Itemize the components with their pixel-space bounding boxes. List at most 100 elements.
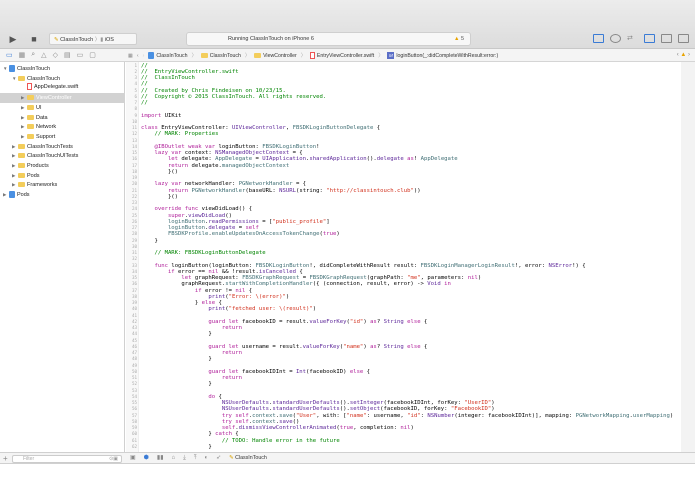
code-token: EntryViewController: bbox=[157, 125, 232, 131]
code-token: ) bbox=[336, 231, 340, 238]
navigator-item[interactable]: ▶ Network bbox=[0, 122, 125, 132]
debug-target[interactable]: ✎ ClassInTouch bbox=[229, 453, 267, 464]
code-token: delegate bbox=[208, 225, 236, 231]
navigator-item[interactable]: ▶ Products bbox=[0, 161, 125, 171]
navigator-item[interactable]: ▶ Pods bbox=[0, 171, 125, 181]
navigator-item[interactable]: ▶ Data bbox=[0, 113, 125, 123]
code-token: managedObjectContext bbox=[221, 162, 290, 169]
code-token: = [ bbox=[258, 218, 273, 225]
navigator-item[interactable]: ▶ Frameworks bbox=[0, 180, 125, 190]
breakpoint-navigator-icon[interactable]: ▭ bbox=[77, 51, 84, 59]
navigator-item[interactable]: ▶ Support bbox=[0, 132, 125, 142]
code-token: Int bbox=[295, 368, 307, 375]
scheme-selector[interactable]: ✎ ClassInTouch 〉▮ iOS Device bbox=[49, 33, 137, 55]
code-token: if bbox=[141, 268, 175, 275]
code-token: as bbox=[370, 318, 377, 325]
code-token: () bbox=[225, 212, 232, 219]
code-token: enableUpdatesOnAccessTokenChange bbox=[211, 231, 320, 238]
find-navigator-icon[interactable]: ⌕ bbox=[31, 51, 35, 59]
toggle-navigator-icon[interactable] bbox=[644, 34, 655, 43]
code-token: "name" bbox=[346, 412, 367, 419]
code-token: { bbox=[373, 125, 381, 131]
navigator-item[interactable]: ▶ Pods bbox=[0, 190, 125, 200]
code-token: , with: [ bbox=[316, 412, 347, 419]
step-into-icon[interactable]: ⤓ bbox=[183, 453, 186, 464]
code-token: PGNetworkHandler bbox=[191, 187, 246, 194]
navigator-item[interactable]: ▶ ViewController bbox=[0, 93, 125, 103]
code-token: context: bbox=[181, 150, 216, 156]
standard-editor-icon[interactable] bbox=[593, 34, 604, 43]
warning-badge[interactable]: ▲ 5 bbox=[454, 33, 464, 46]
code-token: = bbox=[235, 225, 246, 231]
code-token: nil bbox=[235, 287, 246, 294]
code-token: dismissViewControllerAnimated bbox=[238, 425, 337, 431]
folder-icon bbox=[27, 104, 34, 110]
navigator-item[interactable]: AppDelegate.swift bbox=[0, 83, 125, 93]
issue-stepper[interactable]: ‹ ▲ › bbox=[677, 49, 690, 62]
warning-icon: ▲ bbox=[453, 36, 460, 42]
assistant-editor-icon[interactable] bbox=[610, 34, 621, 43]
simulate-location-icon[interactable]: ➶ bbox=[216, 453, 221, 464]
navigator-item-label: Support bbox=[36, 133, 56, 140]
step-over-icon[interactable]: ⌂ bbox=[172, 453, 176, 464]
crumb-project[interactable]: ClassInTouch bbox=[148, 52, 188, 59]
navigator-item-label: Products bbox=[27, 163, 49, 169]
navigator-item[interactable]: ▶ UI bbox=[0, 103, 125, 113]
crumb-folder[interactable]: ViewController bbox=[254, 53, 297, 59]
report-navigator-icon[interactable]: ▢ bbox=[89, 51, 96, 59]
navigator-item[interactable]: ▼ ClassInTouch bbox=[0, 64, 125, 74]
view-debugger-icon[interactable]: ◐ bbox=[204, 453, 208, 464]
code-token: NSNumber bbox=[427, 412, 455, 419]
code-token: let bbox=[141, 156, 179, 163]
symbol-navigator-icon[interactable]: ▦ bbox=[19, 51, 26, 59]
run-button[interactable]: ▶ bbox=[6, 33, 20, 45]
version-editor-icon[interactable]: ⇄ bbox=[627, 34, 638, 43]
warning-count: 5 bbox=[460, 36, 464, 42]
stop-button[interactable]: ■ bbox=[27, 33, 41, 45]
source-editor[interactable]: 1//2// EntryViewController.swift 3// Clas… bbox=[126, 62, 695, 452]
code-token: // TODO: Handle error in the future bbox=[141, 437, 340, 444]
test-navigator-icon[interactable]: ◇ bbox=[53, 51, 58, 59]
code-token: { bbox=[215, 300, 222, 306]
navigator-item[interactable]: ▶ ClassInTouchTests bbox=[0, 142, 125, 152]
crumb-group[interactable]: ClassInTouch bbox=[200, 53, 241, 59]
code-token: username = result. bbox=[238, 343, 303, 350]
issue-navigator-icon[interactable]: △ bbox=[41, 51, 46, 59]
navigator-item[interactable]: ▼ ClassInTouch bbox=[0, 74, 125, 84]
code-token: (). bbox=[339, 406, 350, 413]
navigator-item[interactable]: ▶ ClassInTouchUITests bbox=[0, 151, 125, 161]
code-token: sharedApplication bbox=[309, 156, 367, 163]
code-token: import bbox=[141, 112, 162, 119]
code-token: // bbox=[141, 81, 148, 88]
navigator-filter-input[interactable]: Filter ⊙▣ bbox=[12, 454, 122, 463]
recent-files-icon[interactable]: ⊙▣ bbox=[109, 456, 118, 463]
code-token: { bbox=[295, 268, 303, 275]
code-token: error == bbox=[174, 268, 209, 275]
code-token: } bbox=[141, 431, 216, 438]
step-out-icon[interactable]: ⤒ bbox=[194, 453, 197, 464]
toggle-debug-area-icon[interactable] bbox=[661, 34, 672, 43]
code-token: !) { bbox=[572, 262, 586, 269]
code-token: "name" bbox=[343, 343, 364, 350]
navigator-item-label: AppDelegate.swift bbox=[34, 84, 79, 91]
code-token: ) bbox=[410, 425, 414, 431]
project-navigator-icon[interactable]: ▭ bbox=[6, 51, 13, 59]
code-token: return bbox=[141, 325, 243, 331]
pause-icon[interactable]: ▮▮ bbox=[157, 453, 164, 464]
related-items-icon[interactable]: ▦ bbox=[128, 53, 133, 59]
back-button[interactable]: ‹ bbox=[137, 53, 139, 59]
breakpoints-toggle-icon[interactable]: ⬢ bbox=[144, 453, 149, 464]
code-token: setInteger bbox=[349, 400, 384, 406]
debug-navigator-icon[interactable]: ▤ bbox=[64, 51, 71, 59]
code-token: lazy var bbox=[141, 181, 182, 188]
crumb-file[interactable]: EntryViewController.swift bbox=[309, 52, 374, 59]
toggle-utilities-icon[interactable] bbox=[678, 34, 689, 43]
forward-button[interactable]: › bbox=[143, 53, 145, 59]
code-token: loginButton: bbox=[215, 143, 263, 150]
add-file-button[interactable]: + bbox=[3, 453, 8, 464]
navigator-item-label: Network bbox=[36, 124, 57, 131]
hide-debug-area-icon[interactable]: ▣ bbox=[130, 453, 136, 464]
code-token: else bbox=[407, 318, 421, 325]
crumb-method[interactable]: MloginButton(_:didCompleteWithResult:err… bbox=[387, 52, 498, 59]
navigator-item-label: Pods bbox=[27, 172, 40, 179]
